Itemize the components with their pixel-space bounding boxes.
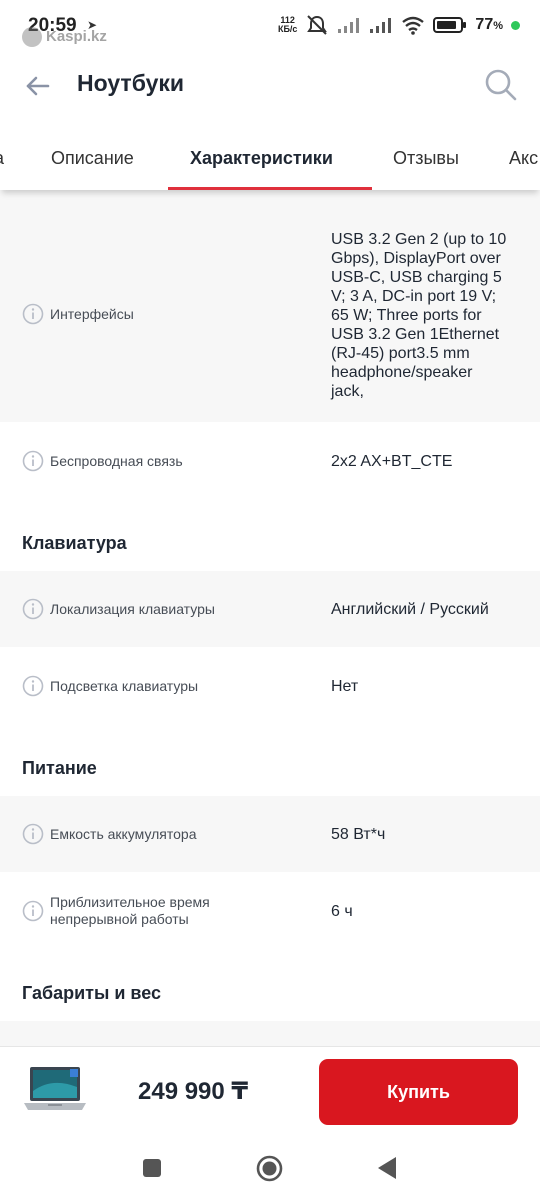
spec-value-line: USB 3.2 Gen 2 (up to 10	[331, 231, 507, 248]
spec-label: Беспроводная связь	[50, 453, 183, 469]
system-navigation-bar	[0, 1138, 540, 1200]
signal-icon-1	[338, 18, 360, 33]
watermark-text: Kaspi.kz	[46, 27, 107, 45]
search-icon[interactable]	[484, 68, 518, 102]
spec-value: 6 ч	[331, 903, 353, 920]
product-price: 249 990 ₸	[138, 1078, 249, 1105]
spec-value-line: V; 3 A, DC-in port 19 V;	[331, 288, 497, 305]
spec-row-battery-life: Приблизительное время непрерывной работы…	[0, 872, 540, 950]
section-title-dimensions: Габариты и вес	[22, 983, 162, 1003]
spec-label: Интерфейсы	[50, 306, 134, 322]
tab-reviews[interactable]: Отзывы	[393, 148, 459, 169]
watermark-logo-icon	[22, 27, 42, 47]
spec-row-interfaces: Интерфейсы USB 3.2 Gen 2 (up to 10 Gbps)…	[0, 190, 540, 422]
battery-icon	[433, 17, 467, 33]
green-indicator-dot	[511, 20, 520, 30]
spec-value: USB 3.2 Gen 2 (up to 10 Gbps), DisplayPo…	[331, 230, 523, 401]
battery-percent-suffix: %	[493, 20, 503, 32]
section-title-power: Питание	[22, 758, 97, 778]
spec-value-line: 65 W; Three ports for	[331, 307, 482, 324]
spec-value: 58 Вт*ч	[331, 826, 386, 843]
page-title: Ноутбуки	[77, 70, 185, 96]
spec-value-line: USB-C, USB charging 5	[331, 269, 502, 286]
info-icon[interactable]	[22, 675, 44, 697]
status-icons: 112 КБ/с 77%	[278, 14, 520, 36]
spec-label: Подсветка клавиатуры	[50, 678, 199, 694]
battery-percent-value: 77	[475, 16, 494, 33]
wifi-icon	[402, 16, 425, 35]
section-title-keyboard: Клавиатура	[22, 533, 127, 553]
spec-value-line: Gbps), DisplayPort over	[331, 250, 501, 267]
watermark: Kaspi.kz	[22, 27, 107, 47]
spec-label: Приблизительное время непрерывной работы	[50, 894, 310, 928]
spec-value-line: (RJ-45) port3.5 mm	[331, 345, 470, 362]
circle-nav-icon[interactable]	[256, 1155, 283, 1182]
specs-list: Интерфейсы USB 3.2 Gen 2 (up to 10 Gbps)…	[0, 190, 540, 1046]
spec-value-line: jack,	[331, 383, 364, 400]
triangle-nav-icon[interactable]	[377, 1156, 397, 1180]
spec-value: Нет	[331, 678, 359, 695]
mute-alarm-icon	[307, 15, 328, 35]
info-icon[interactable]	[22, 900, 44, 922]
spec-label-line: Приблизительное время	[50, 894, 210, 910]
tab-specifications[interactable]: Характеристики	[190, 148, 333, 169]
spec-label: Емкость аккумулятора	[50, 826, 197, 842]
spec-value-line: USB 3.2 Gen 1Ethernet	[331, 326, 500, 343]
header: Ноутбуки	[0, 56, 540, 116]
signal-icon-2	[370, 18, 392, 33]
spec-label-line: непрерывной работы	[50, 911, 189, 927]
spec-label: Локализация клавиатуры	[50, 601, 215, 617]
spec-row-keyboard-layout: Локализация клавиатуры Английский / Русс…	[0, 571, 540, 647]
product-thumbnail-laptop-icon[interactable]	[22, 1063, 88, 1121]
back-arrow-icon[interactable]	[24, 72, 52, 100]
info-icon[interactable]	[22, 598, 44, 620]
spec-row-wireless: Беспроводная связь 2x2 AX+BT_CTE	[0, 422, 540, 500]
spec-row-partial	[0, 1021, 540, 1046]
network-speed: 112 КБ/с	[278, 16, 297, 34]
tab-bar: а Описание Характеристики Отзывы Акс	[0, 132, 540, 190]
info-icon[interactable]	[22, 823, 44, 845]
spec-value-line: headphone/speaker	[331, 364, 473, 381]
spec-row-battery-capacity: Емкость аккумулятора 58 Вт*ч	[0, 796, 540, 872]
spec-value: Английский / Русский	[331, 601, 489, 618]
status-bar: 20:59 ➤ Kaspi.kz 112 КБ/с 77%	[0, 0, 540, 56]
square-nav-icon[interactable]	[142, 1158, 162, 1178]
tab-partial-left[interactable]: а	[0, 148, 4, 169]
spec-value: 2x2 AX+BT_CTE	[331, 453, 453, 470]
spec-row-keyboard-backlight: Подсветка клавиатуры Нет	[0, 647, 540, 725]
battery-percent: 77%	[475, 16, 503, 34]
active-tab-indicator	[168, 187, 372, 190]
purchase-bar: 249 990 ₸ Купить	[0, 1046, 540, 1138]
tab-accessories[interactable]: Акс	[509, 148, 538, 169]
tab-description[interactable]: Описание	[51, 148, 134, 169]
info-icon[interactable]	[22, 303, 44, 325]
buy-button[interactable]: Купить	[319, 1059, 518, 1125]
info-icon[interactable]	[22, 450, 44, 472]
network-speed-unit: КБ/с	[277, 24, 298, 34]
